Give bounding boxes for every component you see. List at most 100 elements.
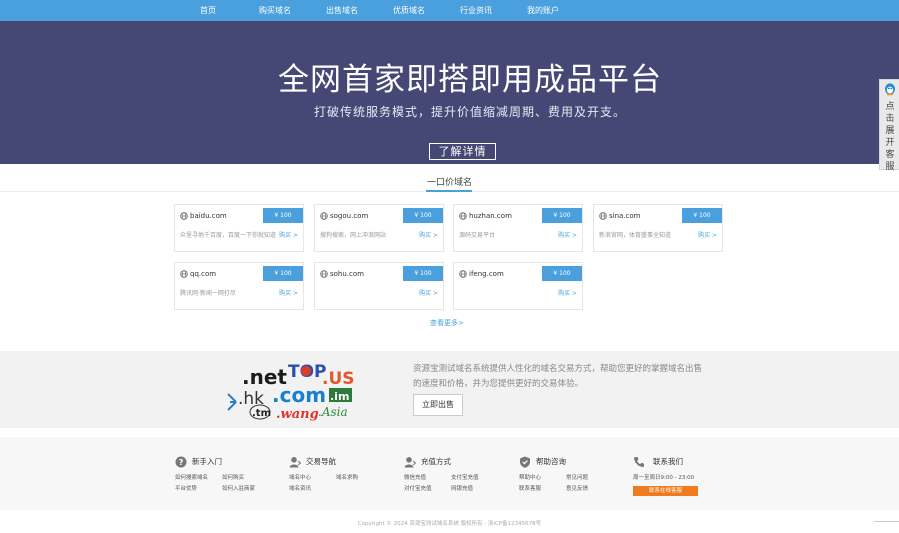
domain-name: ifeng.com [469,270,504,278]
footer-link[interactable]: 域名求购 [336,473,358,481]
domain-description: 源码交易平台 [459,232,496,239]
domain-name: baidu.com [190,212,227,220]
learn-more-button[interactable]: 了解详情 [429,143,496,160]
logo-word: .im [330,390,349,403]
footer-link[interactable]: 常见问题 [566,473,588,481]
page: 首页 购买域名 出售域名 优质域名 行业资讯 我的账户 全网首家即搭即用成品平台… [0,0,899,533]
hero-banner: 全网首家即搭即用成品平台 打破传统服务模式，提升价值缩减周期、费用及开支。 了解… [0,21,899,164]
globe-icon [599,212,607,220]
domain-card[interactable]: sohu.com ¥ 100 购买 > [314,262,444,310]
footer-link[interactable]: 微信充值 [404,473,426,481]
domain-price: ¥ 100 [542,208,582,223]
domain-card[interactable]: baidu.com ¥ 100 众里寻他千百度，百度一下你就知道 购买 > [174,204,304,252]
domain-card[interactable]: huzhan.com ¥ 100 源码交易平台 购买 > [453,204,583,252]
nav-home[interactable]: 首页 [200,0,216,21]
domain-card[interactable]: sina.com ¥ 100 新浪官网，体育盛事全知道 购买 > [593,204,723,252]
logo-word: .com [272,383,326,407]
buy-link[interactable]: 购买 > [279,231,298,240]
footer-link[interactable]: 联系客服 [519,484,541,492]
buy-link[interactable]: 购买 > [419,231,438,240]
copyright: Copyright © 2024 资源宝测试域名系统 版权所有 · 浙ICP备1… [357,521,542,527]
footer [0,437,899,510]
divider [874,521,899,522]
logo-word: .tm [252,408,271,419]
nav-my-account[interactable]: 我的账户 [527,0,559,21]
logo-word: .wang [276,407,319,422]
footer-link[interactable]: 帮助中心 [519,473,541,481]
domain-price: ¥ 100 [682,208,722,223]
globe-icon [459,212,467,220]
footer-column-header: ? 新手入门 [175,451,222,467]
domain-name: sogou.com [330,212,369,220]
domain-price: ¥ 100 [263,208,303,223]
globe-icon [180,270,188,278]
footer-link[interactable]: 平台优势 [175,484,197,492]
buy-link[interactable]: 购买 > [419,289,438,298]
view-more-link[interactable]: 查看更多> [430,318,464,328]
customer-service-widget[interactable]: 点击展开客服 [879,79,899,172]
domain-name: qq.com [190,270,217,278]
footer-column-header: 充值方式 [404,451,451,467]
globe-icon [320,270,328,278]
question-icon: ? [175,456,187,467]
user-icon [404,456,416,467]
domain-name: sina.com [609,212,641,220]
section-title-underline [426,190,472,192]
hero-title: 全网首家即搭即用成品平台 [278,62,662,98]
footer-column-title: 新手入门 [192,457,222,466]
footer-column-header: 帮助咨询 [519,451,566,468]
domain-price: ¥ 100 [403,208,443,223]
footer-link[interactable]: 如何入驻商家 [222,484,255,492]
sell-now-button[interactable]: 立即出售 [413,394,463,416]
domain-price: ¥ 100 [263,266,303,281]
nav-buy-domain[interactable]: 购买域名 [259,0,291,21]
footer-column-title: 帮助咨询 [536,457,566,466]
domain-description: 众里寻他千百度，百度一下你就知道 [180,232,277,239]
logo-word: .Asia [318,405,348,419]
domain-description: 新浪官网，体育盛事全知道 [599,232,672,239]
footer-link[interactable]: 域名资讯 [289,484,311,492]
section-title: 一口价域名 [426,178,472,188]
footer-column-title: 交易导航 [306,457,336,466]
footer-column-header: 交易导航 [289,451,336,467]
domain-card[interactable]: qq.com ¥ 100 腾讯网·新闻一网打尽 购买 > [174,262,304,310]
footer-column-title: 充值方式 [421,457,451,466]
domain-logo-cloud-image: .net TOP .US .hk .com .im .tm .wang .Asi… [227,362,355,422]
buy-link[interactable]: 购买 > [558,231,577,240]
footer-column-title: 联系我们 [653,457,683,466]
footer-link[interactable]: 如何搜索域名 [175,473,208,481]
promo-description: 资源宝测试域名系统提供人性化的域名交易方式，帮助您更好的掌握域名出售的速度和价格… [413,364,703,389]
svg-text:?: ? [179,458,184,467]
domain-card[interactable]: sogou.com ¥ 100 搜狗搜索，网上冲浪网站 购买 > [314,204,444,252]
shield-icon [520,456,530,468]
footer-link[interactable]: 支付宝充值 [451,473,479,481]
domain-card[interactable]: ifeng.com ¥ 100 购买 > [453,262,583,310]
nav-sell-domain[interactable]: 出售域名 [326,0,358,21]
domain-description: 腾讯网·新闻一网打尽 [180,290,236,297]
phone-icon [634,456,644,467]
buy-link[interactable]: 购买 > [279,289,298,298]
footer-link[interactable]: 对付宝充值 [404,484,432,492]
logo-word: .hk [238,389,264,409]
footer-link[interactable]: 域名中心 [289,473,311,481]
online-service-button[interactable]: 联系在线客服 [633,486,698,496]
top-nav: 首页 购买域名 出售域名 优质域名 行业资讯 我的账户 [0,0,899,21]
logo-word: .US [322,369,355,389]
footer-link[interactable]: 网银充值 [451,484,473,492]
footer-link[interactable]: 意见反馈 [566,484,588,492]
hero-subtitle: 打破传统服务模式，提升价值缩减周期、费用及开支。 [313,105,626,119]
domain-name: huzhan.com [469,212,512,220]
buy-link[interactable]: 购买 > [698,231,717,240]
footer-link[interactable]: 如何购买 [222,473,244,481]
service-hours: 周一至周日9:00 - 23:00 [633,475,695,481]
nav-premium-domain[interactable]: 优质域名 [393,0,425,21]
qq-icon [885,83,895,96]
domain-description: 搜狗搜索，网上冲浪网站 [320,232,387,239]
nav-industry-news[interactable]: 行业资讯 [460,0,492,21]
globe-icon [180,212,188,220]
domain-price: ¥ 100 [403,266,443,281]
globe-icon [459,270,467,278]
customer-service-label: 点击展开客服 [885,102,895,172]
user-icon [289,456,301,467]
buy-link[interactable]: 购买 > [558,289,577,298]
